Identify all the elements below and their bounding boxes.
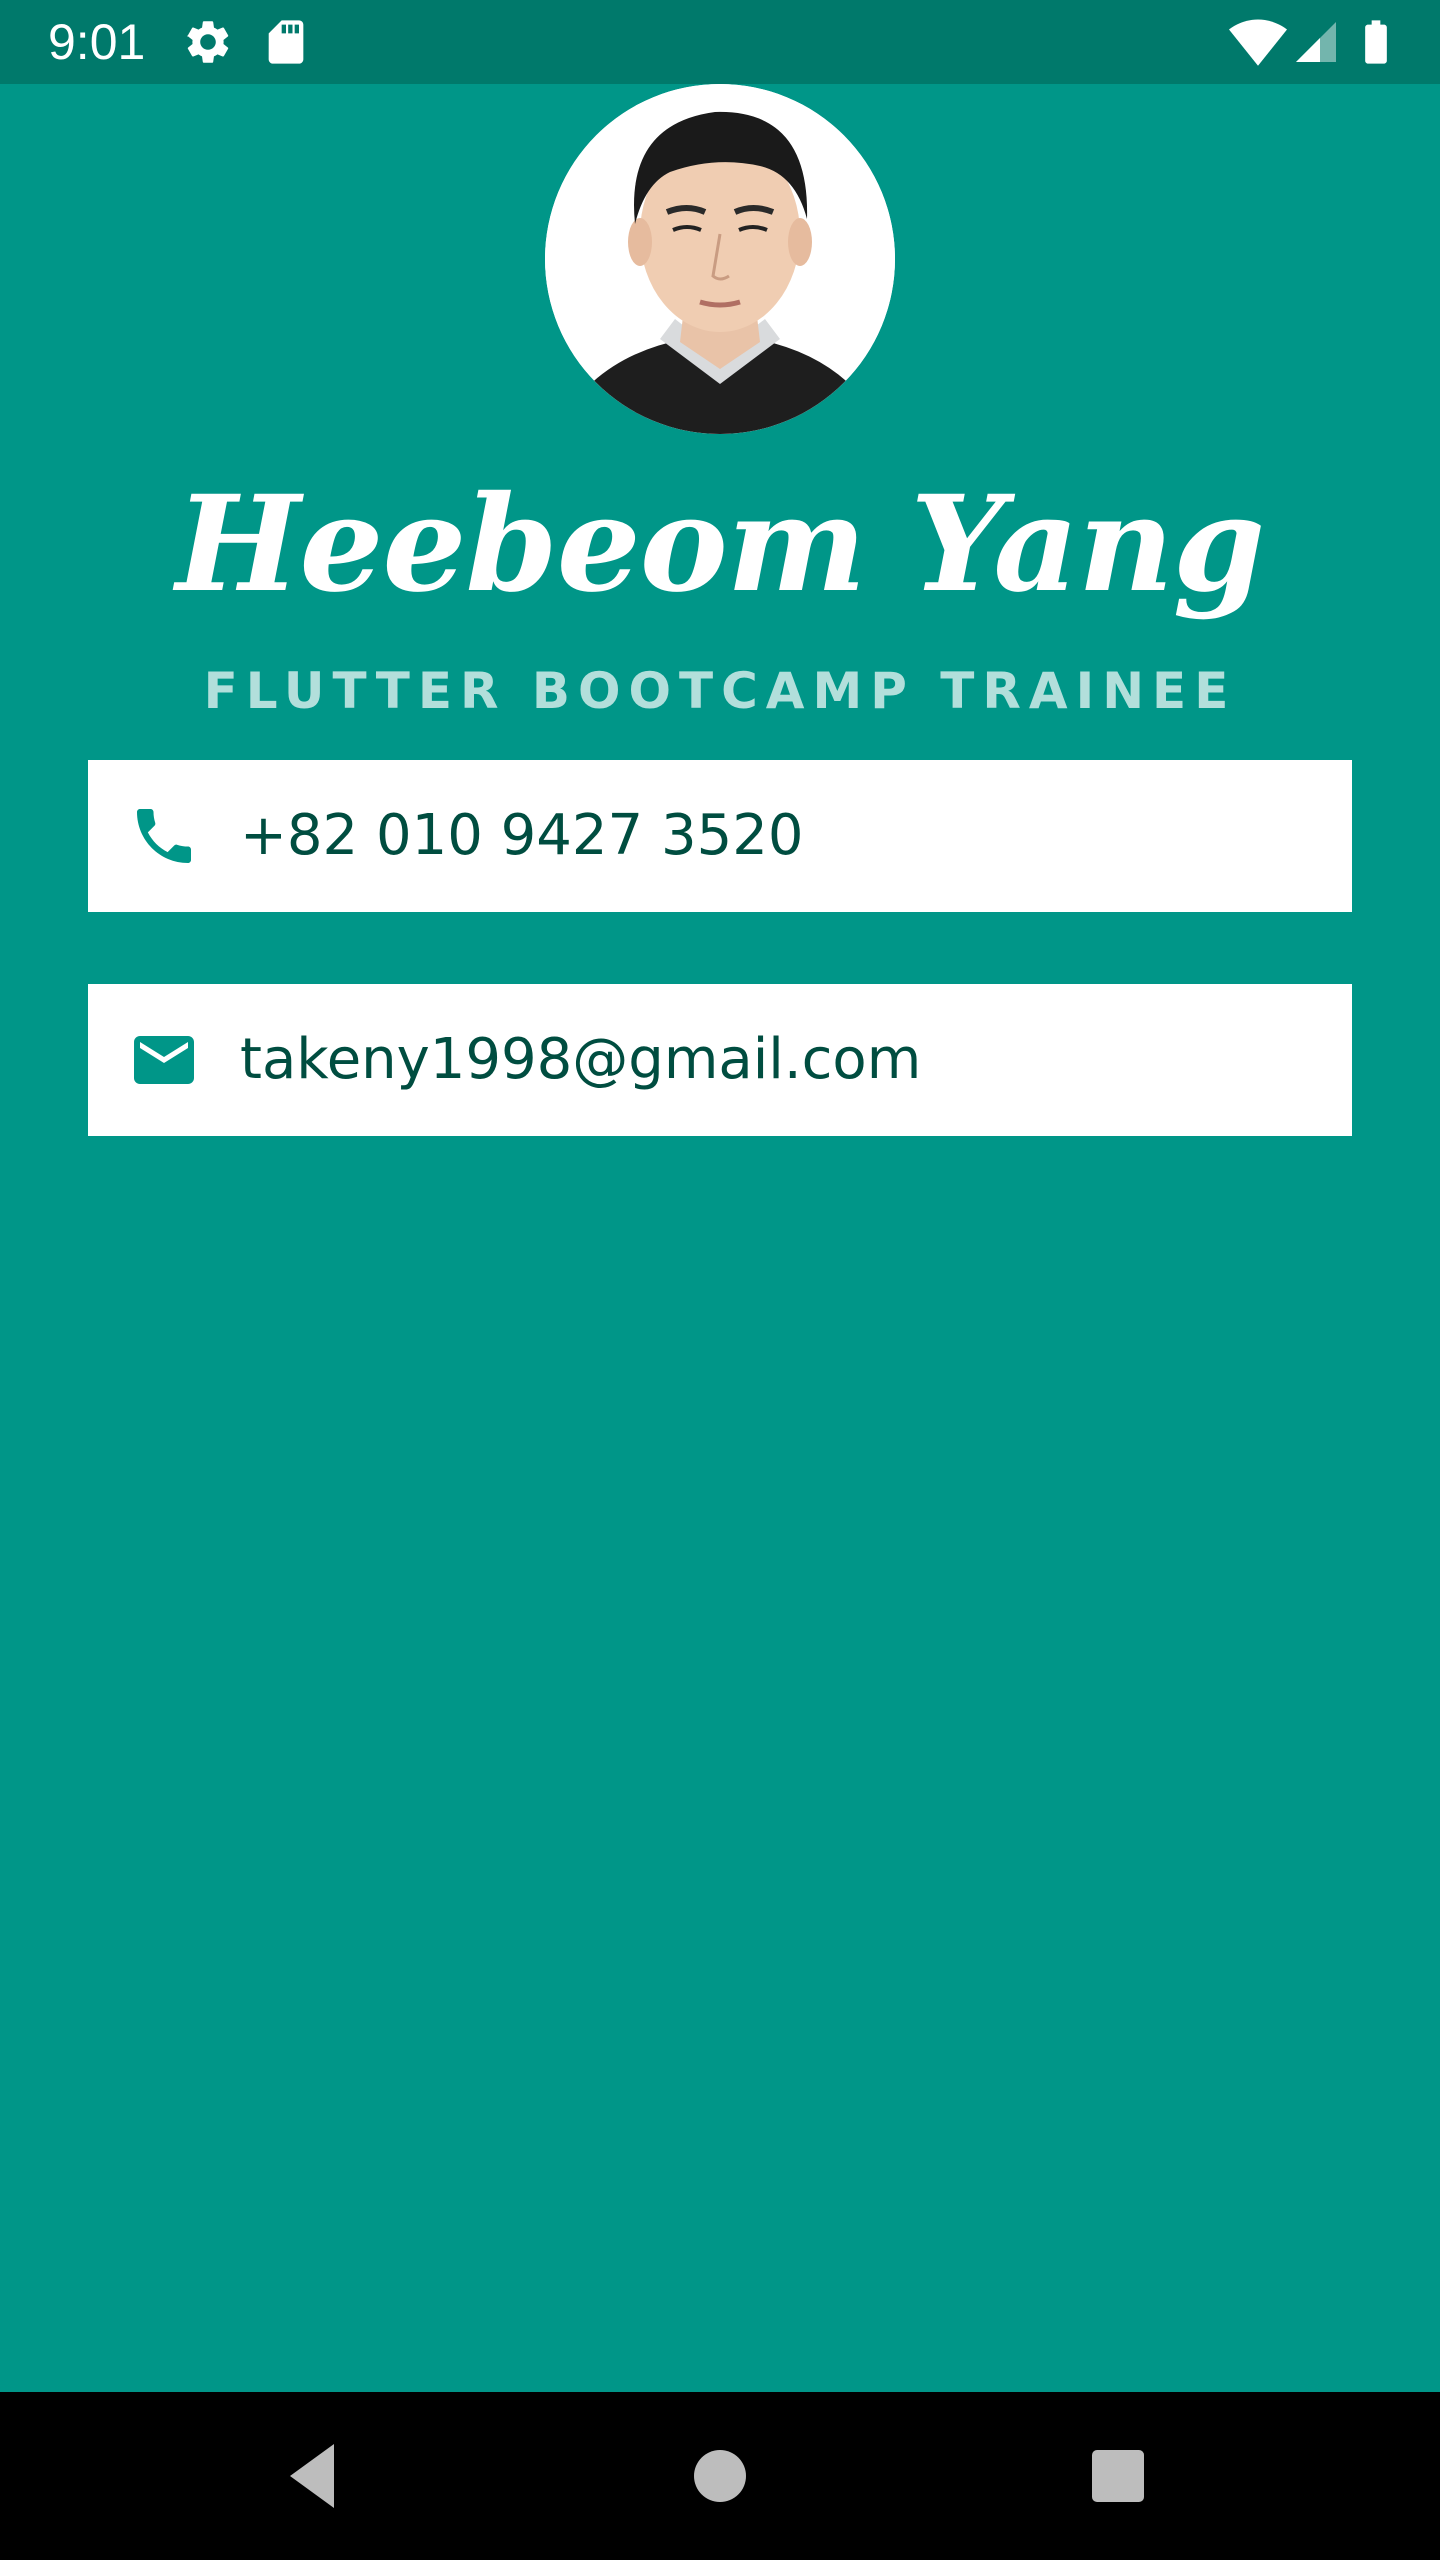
- back-button[interactable]: [278, 2436, 358, 2516]
- navigation-bar: [0, 2392, 1440, 2560]
- profile-name: Heebeom Yang: [175, 467, 1265, 622]
- battery-icon: [1350, 14, 1402, 70]
- status-time: 9:01: [48, 14, 146, 70]
- email-card[interactable]: takeny1998@gmail.com: [88, 984, 1352, 1136]
- sd-card-icon: [260, 16, 312, 68]
- phone-icon: [128, 800, 200, 872]
- phone-card[interactable]: +82 010 9427 3520: [88, 760, 1352, 912]
- avatar: [545, 84, 895, 434]
- status-bar: 9:01: [0, 0, 1440, 84]
- email-address: takeny1998@gmail.com: [240, 1027, 922, 1092]
- profile-title: FLUTTER BOOTCAMP TRAINEE: [203, 662, 1237, 720]
- wifi-icon: [1228, 12, 1288, 72]
- phone-number: +82 010 9427 3520: [240, 803, 804, 868]
- home-button[interactable]: [680, 2436, 760, 2516]
- settings-icon: [182, 16, 234, 68]
- cell-signal-icon: [1292, 18, 1340, 66]
- recents-button[interactable]: [1078, 2436, 1158, 2516]
- mail-icon: [128, 1024, 200, 1096]
